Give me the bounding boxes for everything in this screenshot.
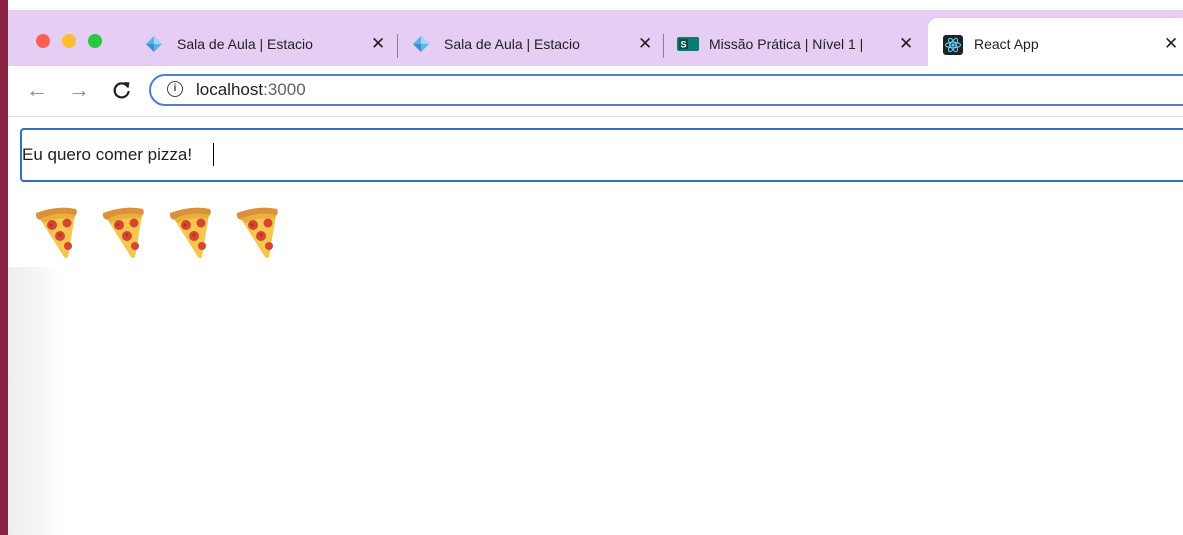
tab-strip: Sala de Aula | Estacio ✕ Sala de Aula | … [8,10,1183,68]
pizza-icon [236,207,278,258]
text-caret [213,143,214,166]
reload-icon[interactable] [112,80,132,100]
react-icon [943,35,963,55]
back-arrow-icon[interactable]: ← [26,78,48,102]
browser-toolbar: ← → i localhost:3000 [8,66,1183,117]
close-icon[interactable]: ✕ [638,35,652,53]
tab-missao-pratica[interactable]: S Missão Prática | Nível 1 | ✕ [677,32,917,58]
desktop-edge [0,0,8,535]
url-host: localhost [196,80,264,99]
forward-arrow-icon[interactable]: → [68,78,90,102]
tab-react-app[interactable]: React App ✕ [928,18,1183,68]
pizza-icon [102,207,144,258]
zoom-window-button[interactable] [88,34,102,48]
tab-title: Sala de Aula | Estacio [177,36,313,52]
close-icon[interactable]: ✕ [371,35,385,53]
shadow-strip [8,267,60,535]
url-port: :3000 [263,80,306,99]
info-icon[interactable]: i [167,81,183,97]
page-content [8,117,1183,535]
url-text: localhost:3000 [196,80,306,100]
tab-sala-de-aula-1[interactable]: Sala de Aula | Estacio ✕ [145,32,395,58]
pizza-icon [169,207,211,258]
close-window-button[interactable] [36,34,50,48]
diamond-icon [413,36,429,52]
close-icon[interactable]: ✕ [899,35,913,53]
pizza-list [30,203,330,263]
pizza-icon [35,207,77,258]
sway-icon: S [677,37,699,51]
close-icon[interactable]: ✕ [1164,35,1178,53]
tab-title: Missão Prática | Nível 1 | [709,36,864,52]
tab-separator [397,34,398,58]
message-input[interactable] [20,128,1183,182]
svg-text:S: S [681,40,687,50]
tab-title: React App [974,36,1039,52]
message-input-field[interactable] [22,130,1183,180]
minimize-window-button[interactable] [62,34,76,48]
tab-sala-de-aula-2[interactable]: Sala de Aula | Estacio ✕ [412,32,662,58]
address-bar[interactable]: i localhost:3000 [149,74,1183,106]
tab-title: Sala de Aula | Estacio [444,36,580,52]
browser-window: Sala de Aula | Estacio ✕ Sala de Aula | … [8,10,1183,535]
diamond-icon [146,36,162,52]
tab-separator [663,34,664,58]
